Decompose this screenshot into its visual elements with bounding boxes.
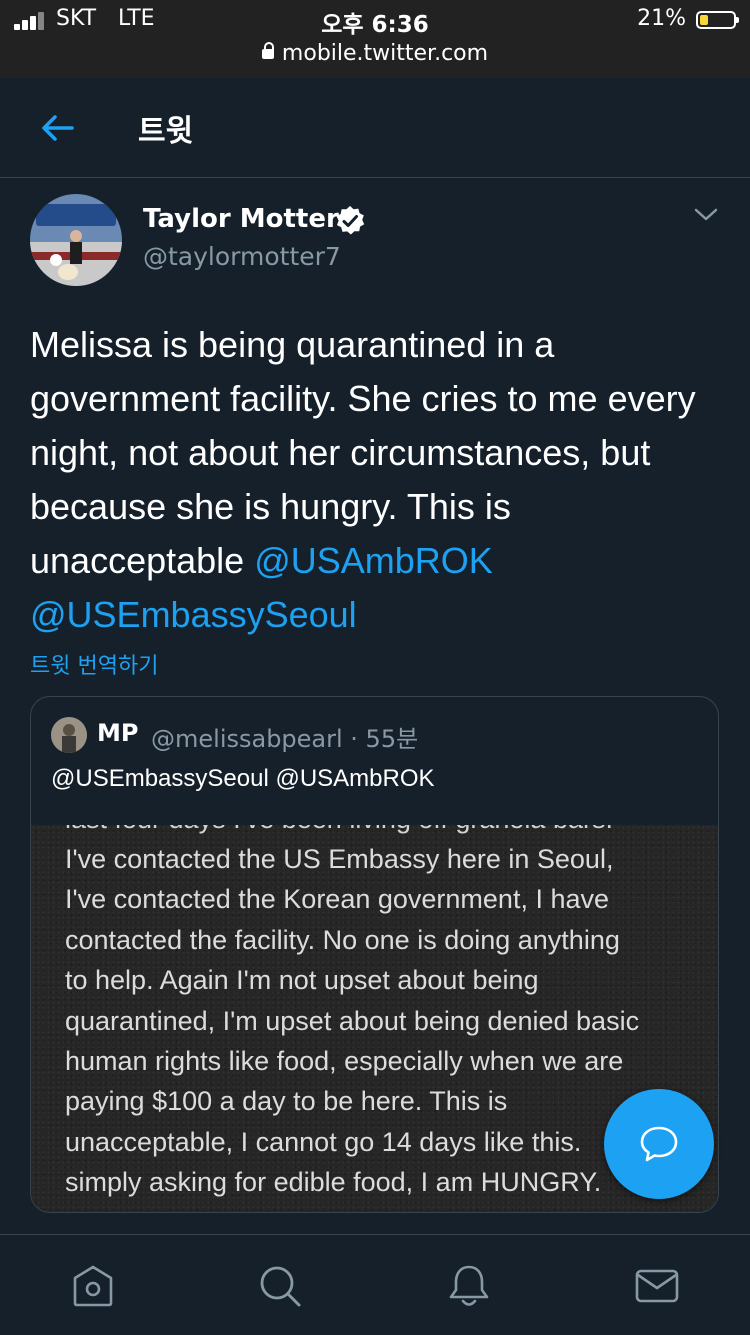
search-icon[interactable]: [257, 1263, 303, 1309]
quoted-tweet-text: @USEmbassySeoul @USAmbROK: [51, 765, 435, 792]
author-handle[interactable]: @taylormotter7: [143, 242, 341, 271]
author-name[interactable]: Taylor Motter: [143, 204, 339, 234]
messages-icon[interactable]: [634, 1263, 680, 1309]
reply-fab-button[interactable]: [604, 1089, 714, 1199]
image-text-cut-line: last four days I've been living off gran…: [65, 825, 613, 839]
lock-icon: [261, 42, 274, 59]
quoted-author-avatar: [51, 717, 87, 753]
page-title: 트윗: [138, 114, 194, 149]
status-bar: SKT LTE 오후 6:36 mobile.twitter.com 21%: [0, 0, 750, 78]
notifications-icon[interactable]: [446, 1263, 492, 1309]
url-text: mobile.twitter.com: [281, 41, 489, 66]
author-avatar[interactable]: [30, 194, 122, 286]
tweet-text: Melissa is being quarantined in a govern…: [30, 318, 730, 642]
battery-icon: [696, 11, 739, 29]
quoted-author-handle: @melissabpearl · 55분: [151, 725, 419, 753]
battery-percent: 21%: [637, 6, 686, 31]
image-text: I've contacted the US Embassy here in Se…: [65, 844, 640, 1198]
chevron-down-icon[interactable]: [692, 205, 720, 225]
address-bar[interactable]: mobile.twitter.com: [0, 41, 750, 66]
bottom-tab-bar: [0, 1234, 750, 1335]
mention-link[interactable]: @USAmbROK: [254, 540, 493, 581]
top-header: 트윗: [0, 78, 750, 178]
quoted-author-name: MP: [97, 719, 139, 747]
back-arrow-icon[interactable]: [38, 108, 78, 148]
verified-badge-icon: [334, 205, 366, 237]
translate-tweet-link[interactable]: 트윗 번역하기: [30, 648, 158, 680]
speech-bubble-icon: [640, 1126, 678, 1162]
mention-link[interactable]: @USEmbassySeoul: [30, 594, 357, 635]
home-icon[interactable]: [70, 1263, 116, 1309]
